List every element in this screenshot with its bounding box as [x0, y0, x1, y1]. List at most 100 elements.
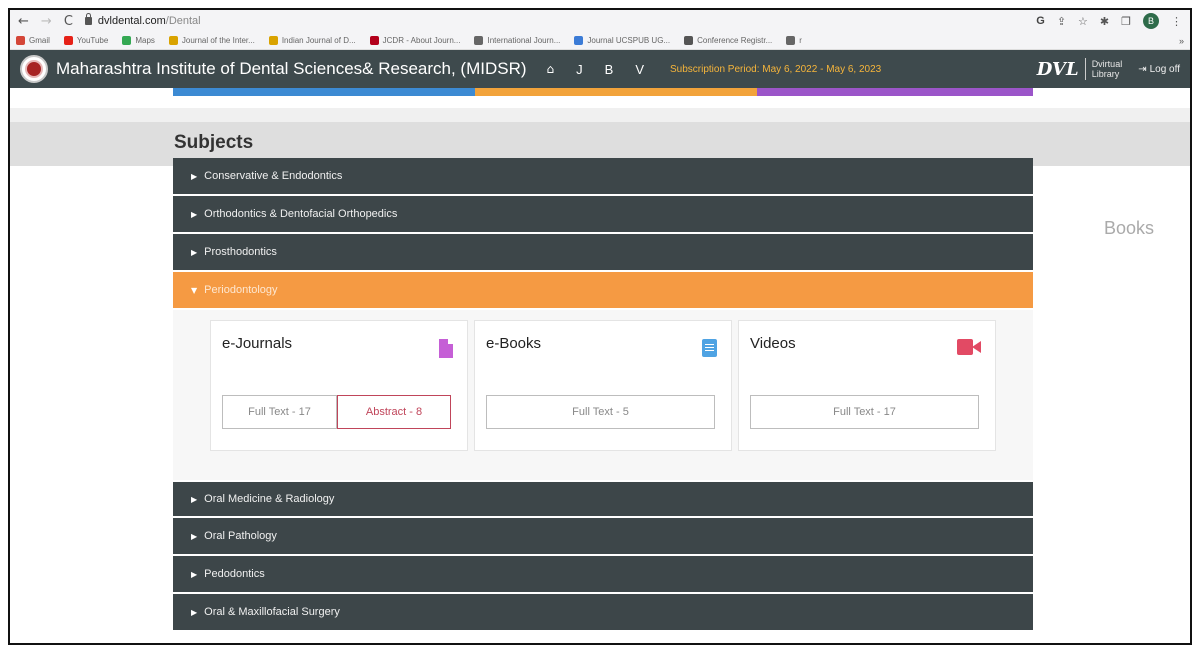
window-icon[interactable]: ❐	[1121, 15, 1131, 28]
cup-icon	[684, 36, 694, 45]
subject-row[interactable]: ▶ Oral Medicine & Radiology	[173, 480, 1033, 518]
resource-card: Videos Full Text - 17	[738, 320, 996, 451]
card-title: e-Books	[486, 335, 542, 352]
bookmark-label: Journal UCSPUB UG...	[587, 36, 671, 45]
nav-books-link[interactable]: B	[605, 62, 614, 77]
subject-row[interactable]: ▶ Prosthodontics	[173, 234, 1033, 272]
video-body	[957, 339, 973, 355]
subject-panel: e-Journals Full Text - 17 Abstract - 8 e-Bo…	[173, 310, 1033, 480]
home-icon[interactable]: ⌂	[547, 62, 555, 76]
bookmark-item[interactable]: Journal UCSPUB UG...	[574, 36, 670, 45]
page-content: Books Subjects ▶ Conservative & Endodonti…	[10, 88, 1190, 643]
browser-toolbar: ← → C dvldental.com/Dental G ⇪ ☆ ✱ ❐ B ⋮	[10, 10, 1190, 32]
subject-row[interactable]: ▶ Oral Pathology	[173, 518, 1033, 556]
bookmark-label: Conference Registr...	[697, 36, 773, 45]
nav-journals-link[interactable]: J	[576, 62, 583, 77]
dvl-logo-divider	[1084, 58, 1086, 80]
bookmark-item[interactable]: JCDR - About Journ...	[369, 36, 461, 45]
book-shape	[702, 339, 717, 357]
globe-icon	[168, 36, 178, 45]
subject-label: Periodontology	[204, 284, 278, 296]
back-button[interactable]: ←	[18, 14, 29, 29]
subject-label: Oral Medicine & Radiology	[204, 493, 335, 505]
caret-right-icon: ▶	[191, 494, 198, 504]
lock-icon	[84, 13, 92, 25]
subject-label: Oral & Maxillofacial Surgery	[204, 606, 340, 618]
caret-down-icon: ▼	[191, 285, 198, 295]
resource-card: e-Books Full Text - 5	[474, 320, 732, 451]
caret-right-icon: ▶	[191, 569, 198, 579]
resource-card: e-Journals Full Text - 17 Abstract - 8	[210, 320, 468, 451]
subjects-accordion: ▶ Conservative & Endodontics ▶ Orthodontics…	[173, 158, 1033, 632]
bookmark-label: Journal of the Inter...	[181, 36, 255, 45]
logoff-button[interactable]: ⇥ Log off	[1138, 64, 1180, 75]
google-icon[interactable]: G	[1036, 15, 1045, 27]
logoff-label: Log off	[1149, 63, 1180, 75]
maps-icon	[122, 36, 132, 45]
subject-row[interactable]: ▶ Oral & Maxillofacial Surgery	[173, 594, 1033, 632]
card-buttons: Full Text - 5	[486, 395, 715, 429]
forward-button[interactable]: →	[41, 14, 52, 29]
abstract-button[interactable]: Abstract - 8	[337, 395, 451, 429]
document-shape	[439, 339, 453, 358]
bookmarks-more-icon[interactable]: »	[1179, 36, 1184, 46]
bookmark-item[interactable]: Maps	[122, 36, 155, 45]
gmail-icon	[16, 36, 25, 45]
dvl-logo-line2: Library	[1091, 69, 1120, 79]
subject-row-active[interactable]: ▼ Periodontology	[173, 272, 1033, 310]
globe-icon	[786, 36, 796, 45]
share-icon[interactable]: ⇪	[1057, 15, 1066, 28]
screenshot-frame: ← → C dvldental.com/Dental G ⇪ ☆ ✱ ❐ B ⋮…	[8, 8, 1192, 645]
bookmark-item[interactable]: YouTube	[63, 36, 108, 45]
dvl-logo: DVL Dvirtual Library	[1037, 58, 1122, 80]
bookmark-item[interactable]: Conference Registr...	[684, 36, 772, 45]
bookmarks-bar: Gmail YouTube Maps Journal of the Inter... I…	[10, 32, 1190, 50]
book-icon	[702, 339, 717, 357]
color-strip	[173, 88, 1033, 96]
institution-emblem	[20, 55, 48, 83]
video-camera-icon	[957, 339, 981, 355]
card-title: e-Journals	[222, 335, 293, 352]
card-buttons: Full Text - 17	[750, 395, 979, 429]
bookmark-item[interactable]: Gmail	[16, 36, 50, 45]
profile-avatar[interactable]: B	[1143, 13, 1159, 29]
dvl-logo-text: Dvirtual Library	[1092, 59, 1123, 79]
full-text-button[interactable]: Full Text - 17	[222, 395, 337, 429]
card-buttons: Full Text - 17 Abstract - 8	[222, 395, 451, 429]
jcdr-icon	[369, 36, 379, 45]
dvl-logo-line1: Dvirtual	[1091, 59, 1123, 69]
address-bar[interactable]: dvldental.com/Dental	[84, 12, 201, 30]
bookmark-label: Indian Journal of D...	[281, 36, 356, 45]
caret-right-icon: ▶	[191, 171, 198, 181]
full-text-button[interactable]: Full Text - 17	[750, 395, 979, 429]
bookmark-item[interactable]: r	[786, 36, 802, 45]
ghost-books-title: Books	[1104, 218, 1155, 238]
color-strip-segment	[173, 88, 475, 96]
globe-icon	[474, 36, 484, 45]
color-strip-segment	[475, 88, 757, 96]
subscription-period: Subscription Period: May 6, 2022 - May 6…	[670, 63, 882, 75]
full-text-button[interactable]: Full Text - 5	[486, 395, 715, 429]
logoff-icon: ⇥	[1138, 63, 1147, 75]
page-title: Subjects	[174, 132, 254, 153]
subject-row[interactable]: ▶ Orthodontics & Dentofacial Orthopedics	[173, 196, 1033, 234]
bookmark-label: JCDR - About Journ...	[382, 36, 461, 45]
ucspub-icon	[574, 36, 584, 45]
bookmark-star-icon[interactable]: ☆	[1078, 15, 1088, 28]
subject-label: Orthodontics & Dentofacial Orthopedics	[204, 208, 398, 220]
bookmark-label: International Journ...	[487, 36, 561, 45]
toolbar-actions: G ⇪ ☆ ✱ ❐ B ⋮	[1036, 13, 1182, 29]
subject-row[interactable]: ▶ Pedodontics	[173, 556, 1033, 594]
reload-button[interactable]: C	[64, 14, 73, 29]
caret-right-icon: ▶	[191, 531, 198, 541]
subject-label: Oral Pathology	[204, 530, 277, 542]
bookmark-item[interactable]: Indian Journal of D...	[268, 36, 356, 45]
menu-icon[interactable]: ⋮	[1171, 15, 1182, 28]
extensions-icon[interactable]: ✱	[1100, 15, 1109, 28]
subject-row[interactable]: ▶ Conservative & Endodontics	[173, 158, 1033, 196]
nav-videos-link[interactable]: V	[635, 62, 644, 77]
bookmark-item[interactable]: International Journ...	[474, 36, 560, 45]
institution-name: Maharashtra Institute of Dental Sciences…	[56, 59, 527, 78]
bookmark-item[interactable]: Journal of the Inter...	[168, 36, 255, 45]
globe-icon	[268, 36, 278, 45]
